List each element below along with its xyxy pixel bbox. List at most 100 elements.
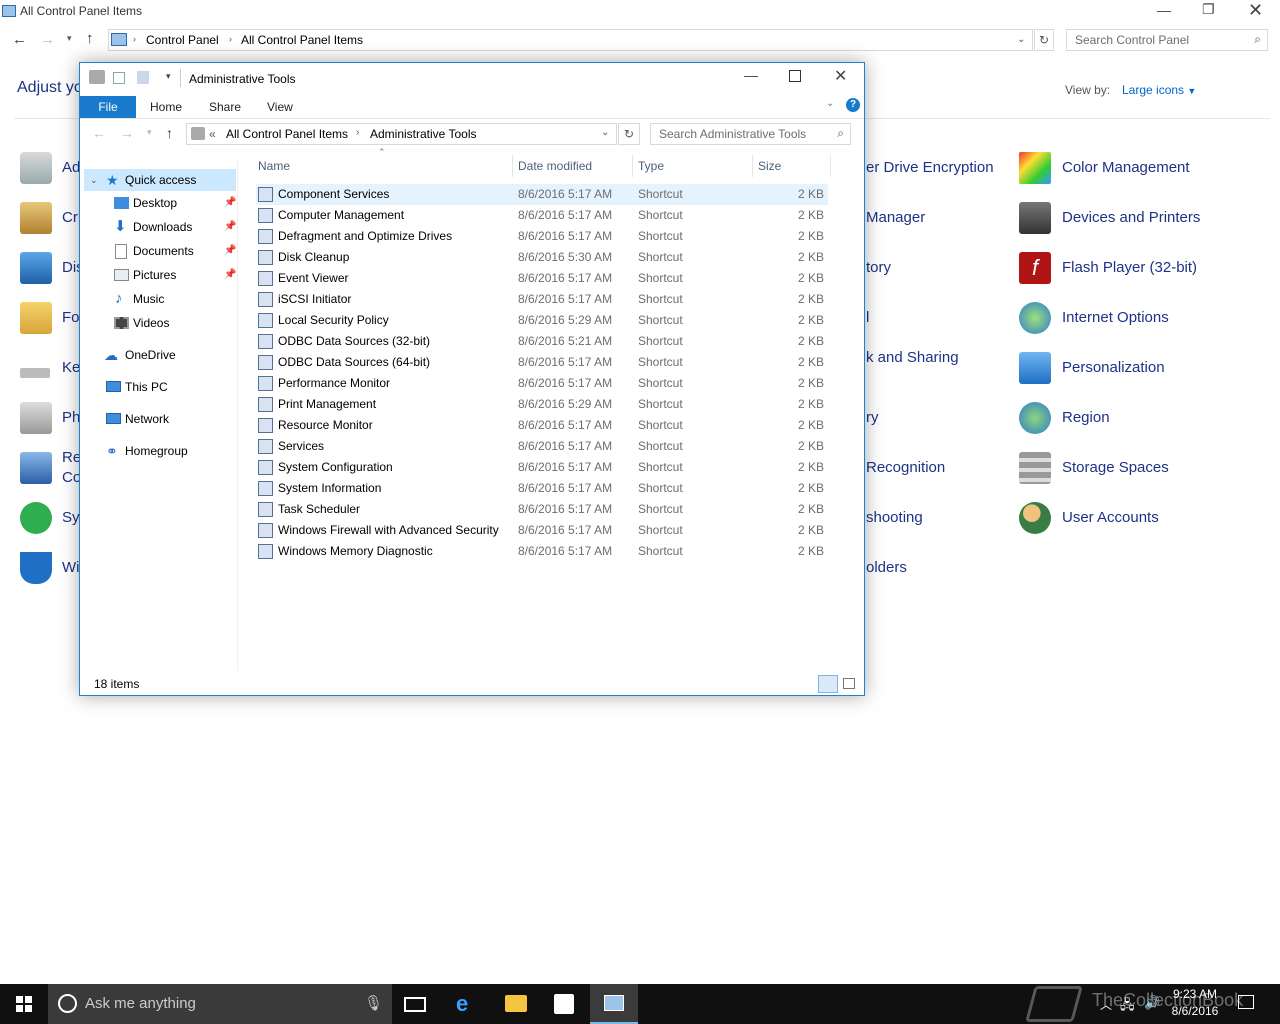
column-separator[interactable]: [830, 155, 831, 177]
file-row[interactable]: Resource Monitor 8/6/2016 5:17 AM Shortcut…: [256, 415, 828, 436]
file-row[interactable]: System Information 8/6/2016 5:17 AM Shortc…: [256, 478, 828, 499]
breadcrumb-all-items[interactable]: All Control Panel Items: [241, 33, 363, 47]
cp-item-windows-defender[interactable]: Wi: [62, 559, 80, 576]
action-center-icon[interactable]: [1238, 995, 1254, 1009]
chevron-down-icon[interactable]: ⌄: [90, 169, 98, 191]
up-arrow-icon[interactable]: ↑: [166, 125, 173, 141]
column-separator[interactable]: [512, 155, 513, 177]
nav-desktop[interactable]: Desktop 📌: [84, 192, 236, 214]
file-row[interactable]: Component Services 8/6/2016 5:17 AM Shortc…: [256, 184, 828, 205]
restore-button[interactable]: ❐: [1202, 1, 1215, 18]
expand-ribbon-icon[interactable]: ⌄: [826, 98, 834, 109]
cp-item-recovery[interactable]: ry: [866, 409, 879, 426]
file-row[interactable]: ODBC Data Sources (32-bit) 8/6/2016 5:21 …: [256, 331, 828, 352]
cp-item-sync-center[interactable]: Sy: [62, 509, 80, 526]
nav-downloads[interactable]: ⬇ Downloads 📌: [84, 216, 236, 238]
recent-dropdown-icon[interactable]: ▾: [147, 127, 152, 138]
show-hidden-icons-icon[interactable]: ︿: [1100, 996, 1112, 1013]
file-row[interactable]: Event Viewer 8/6/2016 5:17 AM Shortcut 2 KB: [256, 268, 828, 289]
cp-item-bitlocker[interactable]: er Drive Encryption: [866, 159, 994, 176]
minimize-button[interactable]: —: [744, 67, 758, 83]
search-input[interactable]: Search Administrative Tools ⌕: [650, 123, 851, 145]
clock-date[interactable]: 8/6/2016: [1165, 1004, 1225, 1018]
nav-documents[interactable]: Documents 📌: [84, 240, 236, 262]
cp-item-internet-options[interactable]: Internet Options: [1062, 309, 1169, 326]
properties-icon[interactable]: [113, 72, 125, 84]
nav-pictures[interactable]: Pictures 📌: [84, 264, 236, 286]
cp-item-administrative-tools[interactable]: Ad: [62, 159, 80, 176]
cp-item-device-manager[interactable]: Manager: [866, 209, 925, 226]
back-arrow-icon[interactable]: ←: [92, 125, 106, 141]
minimize-button[interactable]: —: [1157, 2, 1171, 18]
breadcrumb-all-items[interactable]: All Control Panel Items: [226, 127, 348, 141]
column-separator[interactable]: [632, 155, 633, 177]
tab-view[interactable]: View: [267, 100, 293, 114]
file-row[interactable]: Task Scheduler 8/6/2016 5:17 AM Shortcut 2 …: [256, 499, 828, 520]
microphone-icon[interactable]: 🎙: [364, 994, 383, 1012]
file-row[interactable]: Windows Firewall with Advanced Security 8…: [256, 520, 828, 541]
help-icon[interactable]: ?: [846, 98, 860, 112]
file-row[interactable]: Services 8/6/2016 5:17 AM Shortcut 2 KB: [256, 436, 828, 457]
forward-arrow-icon[interactable]: →: [40, 31, 55, 48]
overflow-chevron[interactable]: «: [209, 127, 216, 141]
cp-item-flash-player[interactable]: Flash Player (32-bit): [1062, 259, 1197, 276]
cp-item-work-folders[interactable]: olders: [866, 559, 907, 576]
cp-item-phone-modem[interactable]: Ph: [62, 409, 80, 426]
file-row[interactable]: Local Security Policy 8/6/2016 5:29 AM Sho…: [256, 310, 828, 331]
search-input[interactable]: Search Control Panel ⌕: [1066, 29, 1268, 51]
volume-icon[interactable]: 🔊: [1144, 995, 1160, 1011]
network-status-icon[interactable]: 🖧: [1120, 996, 1135, 1018]
nav-videos[interactable]: Videos: [84, 312, 236, 334]
cp-item-fonts[interactable]: Fo: [62, 309, 80, 326]
file-explorer-icon[interactable]: [505, 995, 527, 1012]
column-separator[interactable]: [752, 155, 753, 177]
tab-file[interactable]: File: [80, 96, 136, 118]
cp-item-credential-manager[interactable]: Cr: [62, 209, 78, 226]
back-arrow-icon[interactable]: ←: [12, 31, 27, 48]
nav-music[interactable]: ♪ Music: [84, 288, 236, 310]
cp-item-region[interactable]: Region: [1062, 409, 1110, 426]
file-row[interactable]: Windows Memory Diagnostic 8/6/2016 5:17 A…: [256, 541, 828, 562]
store-icon[interactable]: [554, 994, 574, 1014]
new-folder-icon[interactable]: [137, 71, 149, 84]
details-view-icon[interactable]: [818, 675, 838, 693]
file-row[interactable]: Disk Cleanup 8/6/2016 5:30 AM Shortcut 2 KB: [256, 247, 828, 268]
cp-item-troubleshooting[interactable]: shooting: [866, 509, 923, 526]
cp-item-file-history[interactable]: tory: [866, 259, 891, 276]
tab-share[interactable]: Share: [209, 100, 241, 114]
file-row[interactable]: System Configuration 8/6/2016 5:17 AM Shor…: [256, 457, 828, 478]
clock-time[interactable]: 9:23 AM: [1165, 987, 1225, 1001]
recent-dropdown-icon[interactable]: ▾: [67, 33, 72, 44]
breadcrumb-admin-tools[interactable]: Administrative Tools: [370, 127, 477, 141]
column-header-type[interactable]: Type: [638, 159, 664, 173]
cp-item-user-accounts[interactable]: User Accounts: [1062, 509, 1159, 526]
address-bar[interactable]: « All Control Panel Items › Administrati…: [186, 123, 617, 145]
breadcrumb-control-panel[interactable]: Control Panel: [146, 33, 219, 47]
cp-item-network-sharing[interactable]: k and Sharing: [866, 349, 959, 366]
nav-onedrive[interactable]: ☁ OneDrive: [84, 344, 236, 366]
task-view-icon[interactable]: [404, 997, 426, 1012]
file-row[interactable]: Performance Monitor 8/6/2016 5:17 AM Short…: [256, 373, 828, 394]
close-button[interactable]: ✕: [1248, 0, 1263, 21]
file-row[interactable]: Computer Management 8/6/2016 5:17 AM Short…: [256, 205, 828, 226]
nav-this-pc[interactable]: This PC: [84, 376, 236, 398]
chevron-down-icon[interactable]: ⌄: [601, 127, 609, 138]
forward-arrow-icon[interactable]: →: [120, 125, 134, 141]
column-header-size[interactable]: Size: [758, 159, 781, 173]
refresh-icon[interactable]: ↻: [1034, 29, 1054, 51]
cp-item-mail[interactable]: l: [866, 309, 869, 326]
nav-network[interactable]: Network: [84, 408, 236, 430]
chevron-down-icon[interactable]: ⌄: [1017, 34, 1025, 45]
view-by-dropdown[interactable]: Large icons ▼: [1122, 83, 1196, 97]
maximize-button[interactable]: [789, 70, 801, 82]
address-bar[interactable]: › Control Panel › All Control Panel Item…: [108, 29, 1033, 51]
column-header-date[interactable]: Date modified: [518, 159, 592, 173]
edge-icon[interactable]: e: [456, 991, 468, 1017]
tab-home[interactable]: Home: [150, 100, 182, 114]
cp-item-storage-spaces[interactable]: Storage Spaces: [1062, 459, 1169, 476]
customize-toolbar-icon[interactable]: ▾: [166, 71, 171, 82]
file-row[interactable]: ODBC Data Sources (64-bit) 8/6/2016 5:17 …: [256, 352, 828, 373]
file-row[interactable]: Defragment and Optimize Drives 8/6/2016 5…: [256, 226, 828, 247]
nav-quick-access[interactable]: ⌄ ★ Quick access: [84, 169, 236, 191]
nav-homegroup[interactable]: ⚭ Homegroup: [84, 440, 236, 462]
